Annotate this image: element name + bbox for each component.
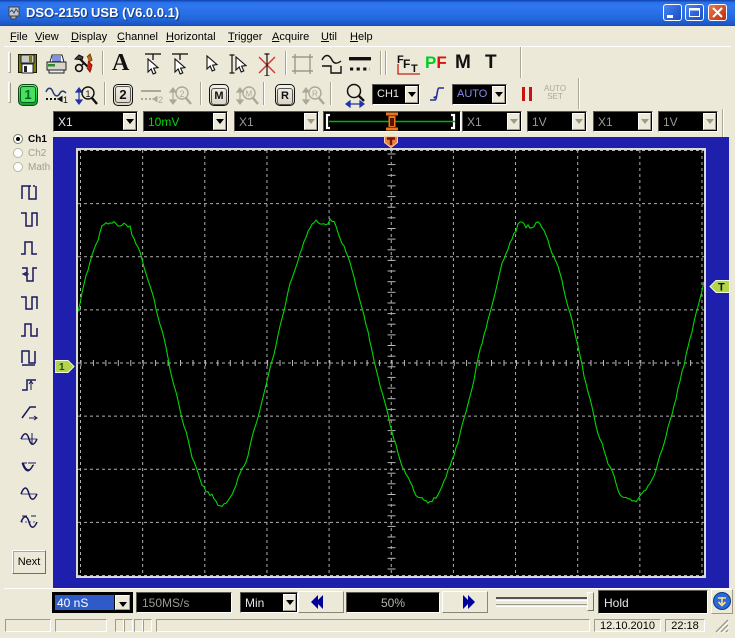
svg-text:R: R [312, 90, 318, 99]
svg-text:2: 2 [180, 89, 185, 99]
svg-text:1: 1 [86, 89, 91, 99]
svg-text:M: M [246, 90, 253, 99]
svg-text:1: 1 [63, 95, 68, 105]
svg-text:1: 1 [59, 362, 65, 373]
svg-text:2: 2 [158, 95, 163, 105]
svg-text:T: T [411, 63, 418, 75]
svg-text:F: F [403, 57, 410, 71]
svg-text:T: T [718, 282, 725, 294]
